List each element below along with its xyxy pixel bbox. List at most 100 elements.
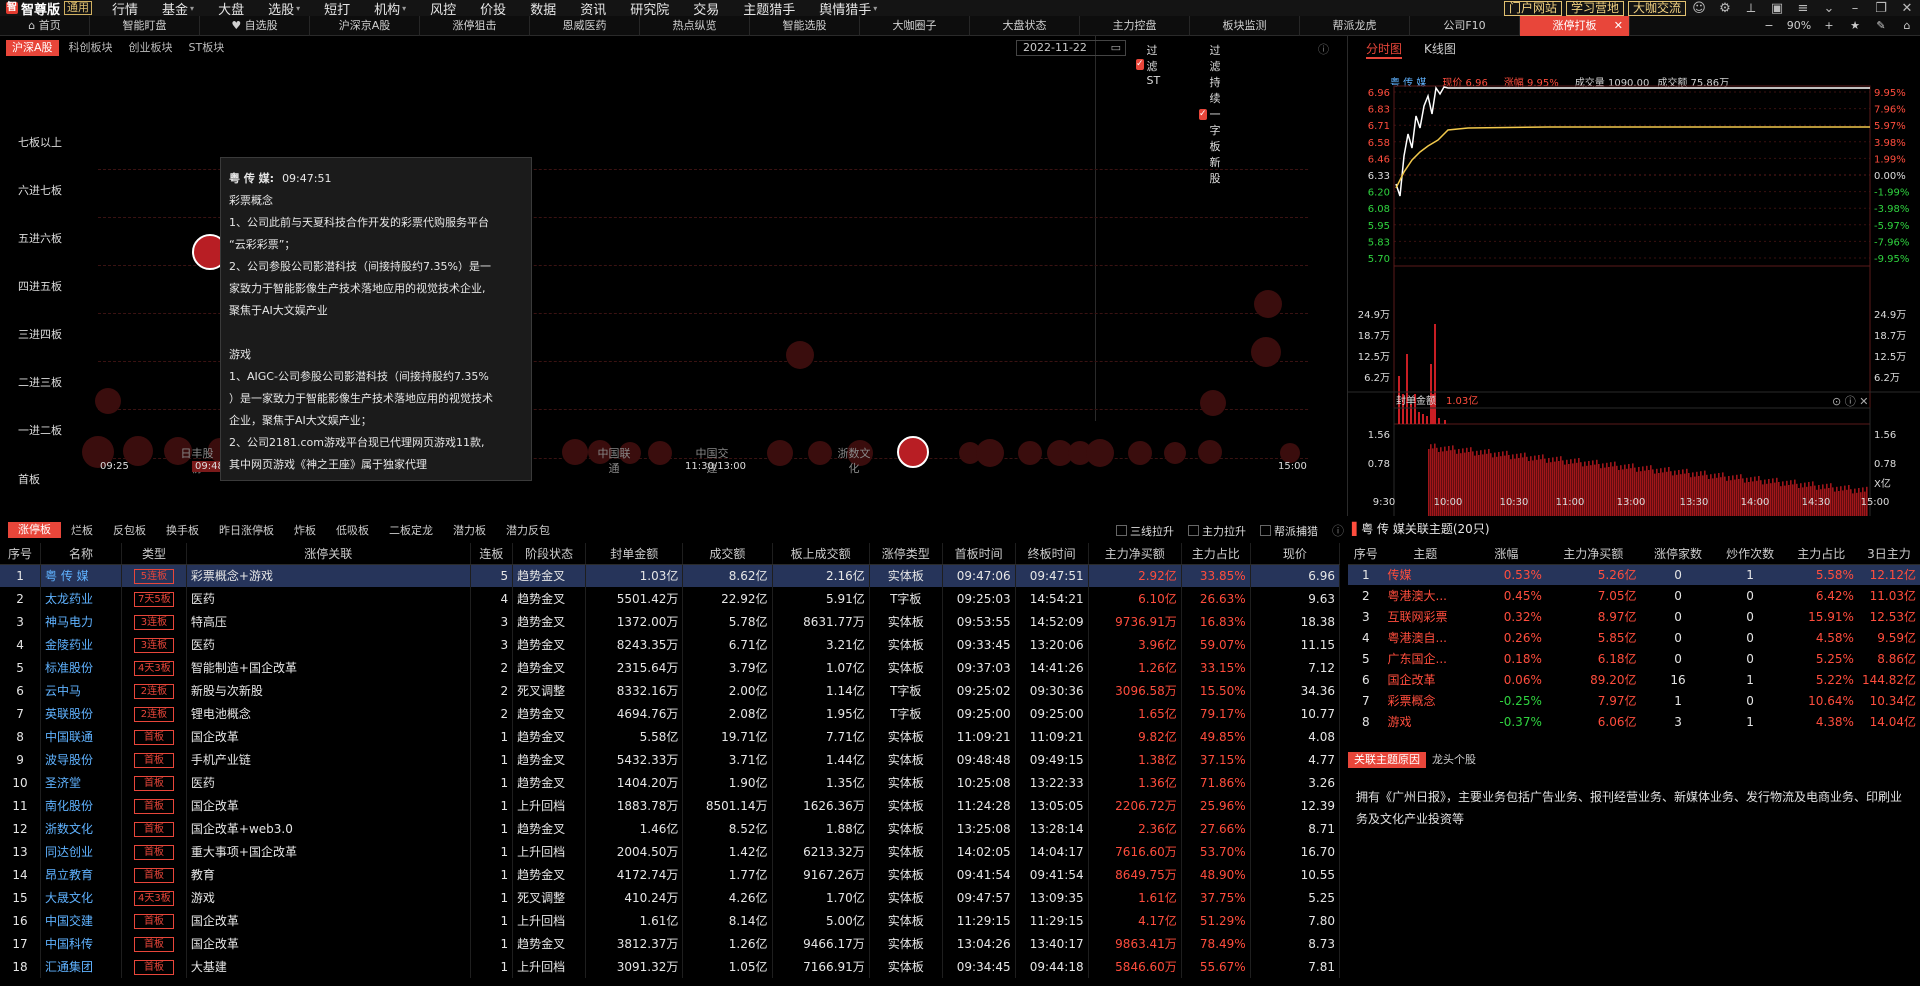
tab-3[interactable]: 沪深京A股 <box>310 15 420 36</box>
theme-column-header[interactable]: 涨停家数 <box>1640 543 1716 565</box>
table-tab[interactable]: 潜力反包 <box>496 522 560 538</box>
tab-12[interactable]: 帮派龙虎 <box>1300 15 1410 36</box>
ladder-bubble[interactable] <box>767 440 793 466</box>
tab-4[interactable]: 涨停狙击 <box>420 15 530 36</box>
ladder-bubble[interactable] <box>648 441 672 465</box>
column-header[interactable]: 现价 <box>1250 543 1341 565</box>
table-row[interactable]: 14 昂立教育 首板 教育 1 趋势金叉 4172.74万 1.77亿 9167.26万 实体板 0… <box>0 863 1341 886</box>
ladder-bubble[interactable] <box>1280 443 1300 463</box>
theme-column-header[interactable]: 涨幅 <box>1466 543 1546 565</box>
theme-row[interactable]: 4 粤港澳自... 0.26% 5.85亿 0 0 4.58% 9.59亿 <box>1348 627 1920 648</box>
table-tab[interactable]: 二板定龙 <box>379 522 443 538</box>
table-tab[interactable]: 换手板 <box>156 522 209 538</box>
tab-theme-reason[interactable]: 关联主题原因 <box>1348 752 1426 768</box>
theme-column-header[interactable]: 炒作次数 <box>1715 543 1785 565</box>
column-header[interactable]: 阶段状态 <box>512 543 587 565</box>
theme-row[interactable]: 2 粤港澳大... 0.45% 7.05亿 0 0 6.42% 11.03亿 <box>1348 585 1920 606</box>
table-row[interactable]: 18 汇通集团 首板 大基建 1 上升回档 3091.32万 1.05亿 7166.91万 实体板… <box>0 955 1341 978</box>
restore-icon[interactable]: ❐ <box>1868 1 1894 16</box>
ladder-bubble[interactable] <box>562 439 588 465</box>
table-row[interactable]: 5 标准股份 4天3板 智能制造+国企改革 2 趋势金叉 2315.64万 3.79亿 1.07… <box>0 656 1341 679</box>
tab-2[interactable]: ♥ 自选股 <box>200 15 310 36</box>
zoom-out-icon[interactable]: − <box>1756 19 1782 32</box>
column-header[interactable]: 主力占比 <box>1181 543 1251 565</box>
column-header[interactable]: 终板时间 <box>1015 543 1089 565</box>
tab-11[interactable]: 板块监测 <box>1190 15 1300 36</box>
table-row[interactable]: 17 中国科传 首板 国企改革 1 趋势金叉 3812.37万 1.26亿 9466.17万 实体… <box>0 932 1341 955</box>
column-header[interactable]: 首板时间 <box>942 543 1016 565</box>
column-header[interactable]: 序号 <box>0 543 42 565</box>
ladder-bubble[interactable] <box>1018 441 1042 465</box>
theme-column-header[interactable]: 主题 <box>1383 543 1467 565</box>
table-tab[interactable]: 低吸板 <box>326 522 379 538</box>
table-tab[interactable]: 炸板 <box>284 522 326 538</box>
theme-row[interactable]: 6 国企改革 0.06% 89.20亿 16 1 5.22% 144.82亿 <box>1348 669 1920 690</box>
tab-5[interactable]: 恩威医药 <box>530 15 640 36</box>
help-icon[interactable]: ⓘ <box>1332 522 1344 539</box>
ladder-bubble[interactable] <box>1164 442 1186 464</box>
tab-7[interactable]: 智能选股 <box>750 15 860 36</box>
column-header[interactable]: 成交额 <box>682 543 773 565</box>
column-header[interactable]: 涨停类型 <box>869 543 943 565</box>
tab-9[interactable]: 大盘状态 <box>970 15 1080 36</box>
ladder-bubble[interactable] <box>976 439 1004 467</box>
edit-icon[interactable]: ✎ <box>1868 19 1894 32</box>
ladder-bubble[interactable] <box>1254 290 1282 318</box>
table-row[interactable]: 13 同达创业 首板 重大事项+国企改革 1 上升回档 2004.50万 1.42亿 6213.… <box>0 840 1341 863</box>
table-row[interactable]: 15 大晟文化 4天3板 游戏 1 死叉调整 410.24万 4.26亿 1.70亿 实体板 09:… <box>0 886 1341 909</box>
learning-button[interactable]: 学习营地 <box>1565 0 1624 16</box>
table-tab[interactable]: 昨日涨停板 <box>209 522 284 538</box>
table-row[interactable]: 9 波导股份 首板 手机产业链 1 趋势金叉 5432.33万 3.71亿 1.44亿 实体板 09… <box>0 748 1341 771</box>
ladder-bubble[interactable] <box>1086 439 1114 467</box>
column-header[interactable]: 名称 <box>40 543 123 565</box>
table-tab[interactable]: 涨停板 <box>8 522 61 538</box>
tab-10[interactable]: 主力控盘 <box>1080 15 1190 36</box>
table-row[interactable]: 7 英联股份 2连板 锂电池概念 2 趋势金叉 4694.76万 2.08亿 1.95亿 T字板 0… <box>0 702 1341 725</box>
column-header[interactable]: 封单金额 <box>585 543 684 565</box>
theme-row[interactable]: 1 传媒 0.53% 5.26亿 0 1 5.58% 12.12亿 <box>1348 564 1920 585</box>
theme-column-header[interactable]: 主力净买额 <box>1545 543 1641 565</box>
menu-icon[interactable]: ≡ <box>1790 1 1816 16</box>
column-header[interactable]: 板上成交额 <box>772 543 870 565</box>
theme-column-header[interactable]: 3日主力 <box>1857 543 1920 565</box>
close-icon[interactable]: ✕ <box>1894 1 1920 16</box>
column-header[interactable]: 类型 <box>121 543 187 565</box>
pin-icon[interactable]: ⟂ <box>1738 1 1764 16</box>
theme-row[interactable]: 5 广东国企... 0.18% 6.18亿 0 0 5.25% 8.86亿 <box>1348 648 1920 669</box>
table-row[interactable]: 8 中国联通 首板 国企改革 1 趋势金叉 5.58亿 19.71亿 7.71亿 实体板 11:09… <box>0 725 1341 748</box>
table-row[interactable]: 3 神马电力 3连板 特高压 3 趋势金叉 1372.00万 5.78亿 8631.77万 实体板… <box>0 610 1341 633</box>
dropdown-icon[interactable]: ⌄ <box>1816 1 1842 16</box>
ladder-bubble[interactable] <box>1200 390 1226 416</box>
minimize-icon[interactable]: – <box>1842 1 1868 16</box>
table-check[interactable]: 主力拉升 <box>1188 522 1246 539</box>
ladder-bubble[interactable] <box>808 441 832 465</box>
theme-row[interactable]: 3 互联网彩票 0.32% 8.97亿 0 0 15.91% 12.53亿 <box>1348 606 1920 627</box>
tab-6[interactable]: 热点纵览 <box>640 15 750 36</box>
table-tab[interactable]: 反包板 <box>103 522 156 538</box>
column-header[interactable]: 连板 <box>470 543 514 565</box>
ladder-bubble[interactable] <box>1251 337 1281 367</box>
ladder-bubble[interactable] <box>95 388 121 414</box>
tab-8[interactable]: 大咖圈子 <box>860 15 970 36</box>
skin-icon[interactable]: ▣ <box>1764 1 1790 16</box>
portal-button[interactable]: 门户网站 <box>1503 0 1562 16</box>
lock-icon[interactable]: ⌂ <box>1894 19 1920 32</box>
tab-13[interactable]: 公司F10 <box>1410 15 1520 36</box>
ladder-bubble[interactable] <box>786 341 814 369</box>
expert-button[interactable]: 大咖交流 <box>1627 0 1686 16</box>
tab-1[interactable]: 智能盯盘 <box>90 15 200 36</box>
selected-bubble[interactable] <box>897 436 929 468</box>
tab-14[interactable]: 涨停打板 ✕ <box>1520 15 1630 36</box>
tab-leader-stocks[interactable]: 龙头个股 <box>1432 752 1476 768</box>
tab-0[interactable]: ⌂ 首页 <box>0 15 90 36</box>
theme-column-header[interactable]: 序号 <box>1348 543 1384 565</box>
table-row[interactable]: 11 南化股份 首板 国企改革 1 上升回档 1883.78万 8501.14万 1626.36… <box>0 794 1341 817</box>
table-row[interactable]: 4 金陵药业 3连板 医药 3 趋势金叉 8243.35万 6.71亿 3.21亿 实体板 09:3… <box>0 633 1341 656</box>
zoom-in-icon[interactable]: + <box>1816 19 1842 32</box>
user-icon[interactable]: ☺ <box>1686 1 1712 16</box>
ladder-bubble[interactable] <box>1128 441 1152 465</box>
table-row[interactable]: 2 太龙药业 7天5板 医药 4 趋势金叉 5501.42万 22.92亿 5.91亿 T字板 09… <box>0 587 1341 610</box>
ladder-bubble[interactable] <box>1198 440 1222 464</box>
theme-column-header[interactable]: 主力占比 <box>1784 543 1858 565</box>
table-row[interactable]: 16 中国交建 首板 国企改革 1 上升回档 1.61亿 8.14亿 5.00亿 实体板 11:29… <box>0 909 1341 932</box>
